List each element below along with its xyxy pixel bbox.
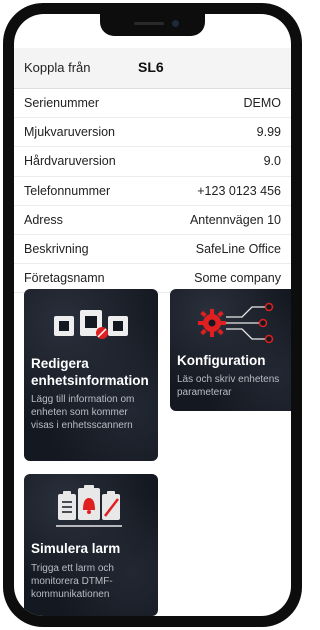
info-label: Adress: [24, 212, 63, 227]
card-title: Redigera enhetsinformation: [31, 356, 149, 388]
device-name: SL6: [138, 59, 164, 75]
disconnect-button[interactable]: Koppla från: [24, 60, 91, 75]
info-value: Antennvägen 10: [189, 212, 281, 227]
info-row-description: Beskrivning SafeLine Office: [14, 235, 291, 265]
info-row-software: Mjukvaruversion 9.99: [14, 118, 291, 148]
info-value: 9.0: [263, 154, 281, 169]
app-screen: Koppla från SL6 Serienummer DEMO Mjukvar…: [14, 14, 291, 616]
card-description: Lägg till information om enheten som kom…: [31, 394, 135, 431]
top-bar: Koppla från SL6: [14, 48, 291, 89]
simulate-alarm-card[interactable]: Simulera larm Trigga ett larm och monito…: [24, 474, 158, 616]
info-label: Telefonnummer: [24, 183, 111, 198]
edit-device-info-card[interactable]: Redigera enhetsinformation Lägg till inf…: [24, 289, 158, 461]
card-description: Läs och skriv enhetens parameterar: [177, 374, 280, 398]
info-value: +123 0123 456: [197, 183, 281, 198]
phone-frame: Koppla från SL6 Serienummer DEMO Mjukvar…: [3, 3, 302, 627]
gear-circuit-icon: [198, 302, 274, 344]
card-title: Konfiguration: [177, 353, 266, 368]
info-label: Serienummer: [24, 96, 100, 110]
phone-notch: [100, 14, 205, 36]
card-description: Trigga ett larm och monitorera DTMF-komm…: [31, 563, 114, 600]
info-value: 9.99: [256, 125, 281, 140]
info-label: Mjukvaruversion: [24, 125, 116, 140]
card-title: Simulera larm: [31, 541, 121, 556]
info-row-address: Adress Antennvägen 10: [14, 206, 291, 235]
clipboard-bell-icon: [56, 485, 122, 527]
info-row-serial: Serienummer DEMO: [14, 89, 291, 119]
info-label: Hårdvaruversion: [24, 154, 116, 169]
info-label: Företagsnamn: [24, 271, 105, 286]
camera-icon: [172, 20, 179, 27]
info-value: DEMO: [243, 96, 282, 110]
configuration-card[interactable]: Konfiguration Läs och skriv enhetens par…: [170, 289, 291, 411]
device-info-list: Serienummer DEMO Mjukvaruversion 9.99 Hå…: [14, 89, 291, 294]
info-value: SafeLine Office: [195, 241, 281, 256]
speaker-icon: [134, 22, 164, 25]
info-row-phone: Telefonnummer +123 0123 456: [14, 177, 291, 206]
device-boxes-icon: [54, 310, 128, 339]
info-value: Some company: [194, 271, 281, 286]
info-label: Beskrivning: [24, 241, 89, 256]
info-row-hardware: Hårdvaruversion 9.0: [14, 147, 291, 177]
